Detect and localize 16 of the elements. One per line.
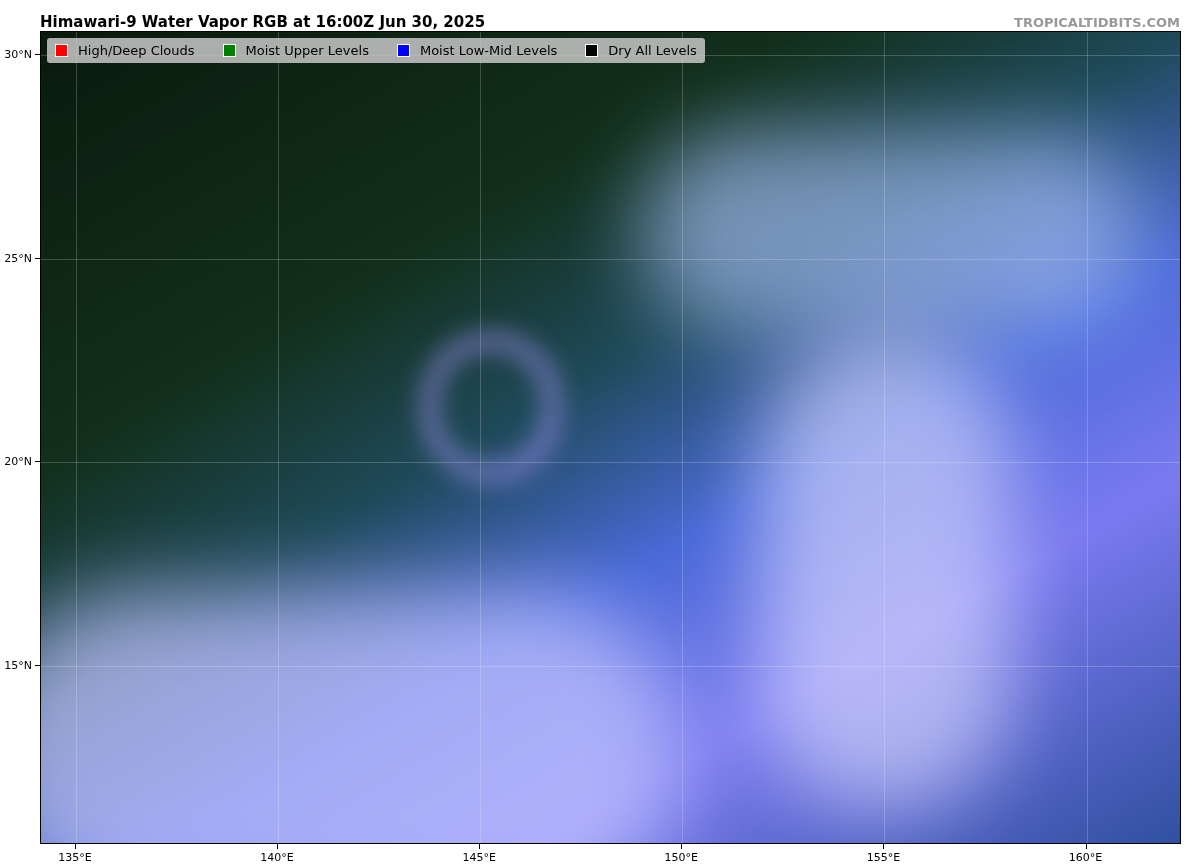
latitude-label: 25°N: [4, 251, 32, 265]
latitude-label: 20°N: [4, 455, 32, 469]
legend-label: Dry All Levels: [608, 41, 697, 60]
legend-label: High/Deep Clouds: [78, 41, 195, 60]
longitude-label: 155°E: [866, 851, 901, 864]
source-credit: TROPICALTIDBITS.COM: [1014, 15, 1180, 31]
latitude-label: 15°N: [4, 659, 32, 673]
chart-title: Himawari-9 Water Vapor RGB at 16:00Z Jun 30, 2025: [40, 13, 486, 31]
legend-label: Moist Upper Levels: [245, 41, 369, 60]
longitude-label: 135°E: [58, 851, 92, 864]
longitude-label: 145°E: [462, 851, 496, 864]
longitude-label: 140°E: [260, 851, 294, 864]
latitude-label: 30°N: [4, 48, 32, 61]
legend-label: Moist Low-Mid Levels: [419, 41, 558, 60]
longitude-label: 160°E: [1068, 851, 1103, 864]
longitude-label: 150°E: [664, 851, 698, 864]
